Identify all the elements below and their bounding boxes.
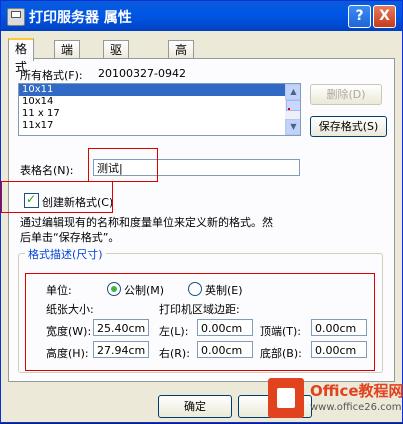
- bottom-margin-label: 底部(B):: [260, 347, 302, 360]
- list-item[interactable]: 10x11: [19, 84, 300, 96]
- height-label: 高度(H):: [46, 347, 89, 360]
- top-margin-input[interactable]: 0.00cm: [311, 319, 367, 336]
- margin-label: 打印机区域边距:: [159, 303, 240, 316]
- imperial-label: 英制(E): [205, 284, 243, 297]
- save-format-button[interactable]: 保存格式(S): [310, 116, 387, 137]
- imperial-radio[interactable]: [188, 282, 202, 296]
- tab-advanced[interactable]: 高级: [168, 40, 195, 75]
- ok-button[interactable]: 确定: [158, 395, 232, 418]
- printer-icon: [7, 8, 25, 26]
- tab-drivers[interactable]: 驱动程序: [103, 40, 130, 111]
- metric-radio[interactable]: [107, 282, 121, 296]
- window-title: 打印服务器 属性: [29, 10, 132, 26]
- delete-button[interactable]: 删除(D): [310, 84, 382, 105]
- formats-list[interactable]: 10x11 10x14 11 x 17 11x17 ▲ ▼: [18, 83, 301, 136]
- width-input[interactable]: 25.40cm: [93, 319, 149, 336]
- title-bar[interactable]: 打印服务器 属性 ? X: [1, 1, 402, 31]
- watermark: Office教程网 www.office26.com: [268, 376, 403, 424]
- scroll-down-icon[interactable]: ▼: [285, 119, 300, 135]
- description-line-1: 通过编辑现有的名称和度量单位来定义新的格式。然: [20, 216, 273, 229]
- format-description-title: 格式描述(尺寸): [25, 246, 106, 262]
- scroll-up-icon[interactable]: ▲: [285, 84, 300, 100]
- list-item[interactable]: 11 x 17: [19, 108, 300, 120]
- description-line-2: 后单击“保存格式”。: [20, 231, 120, 244]
- formats-label: 所有格式(F):: [20, 69, 83, 82]
- watermark-url: www.office26.com: [310, 402, 402, 413]
- annotation-dot: [288, 108, 290, 110]
- list-item[interactable]: 11x17: [19, 120, 300, 132]
- left-margin-label: 左(L):: [159, 325, 189, 338]
- annotation-box: [88, 148, 158, 182]
- close-button[interactable]: X: [373, 5, 396, 28]
- bottom-margin-input[interactable]: 0.00cm: [311, 341, 367, 358]
- metric-label: 公制(M): [124, 284, 165, 297]
- list-item[interactable]: 10x14: [19, 96, 300, 108]
- watermark-brand: Office教程网: [310, 382, 403, 400]
- width-label: 宽度(W):: [46, 325, 92, 338]
- paper-size-label: 纸张大小:: [46, 303, 94, 316]
- properties-window: 打印服务器 属性 ? X 格式 端口 驱动程序 高级 所有格式(F): 2010…: [0, 0, 403, 423]
- annotation-box: [1, 181, 113, 213]
- right-margin-input[interactable]: 0.00cm: [197, 341, 253, 358]
- office-logo-icon: [268, 378, 304, 418]
- right-margin-label: 右(R):: [159, 347, 190, 360]
- left-margin-input[interactable]: 0.00cm: [197, 319, 253, 336]
- help-button[interactable]: ?: [348, 5, 371, 28]
- form-name-label: 表格名(N):: [20, 164, 74, 177]
- height-input[interactable]: 27.94cm: [93, 341, 149, 358]
- tab-ports[interactable]: 端口: [54, 40, 81, 75]
- server-name: 20100327-0942: [98, 67, 186, 80]
- tab-formats[interactable]: 格式: [8, 38, 35, 74]
- top-margin-label: 顶端(T):: [260, 325, 302, 338]
- unit-label: 单位:: [46, 284, 72, 297]
